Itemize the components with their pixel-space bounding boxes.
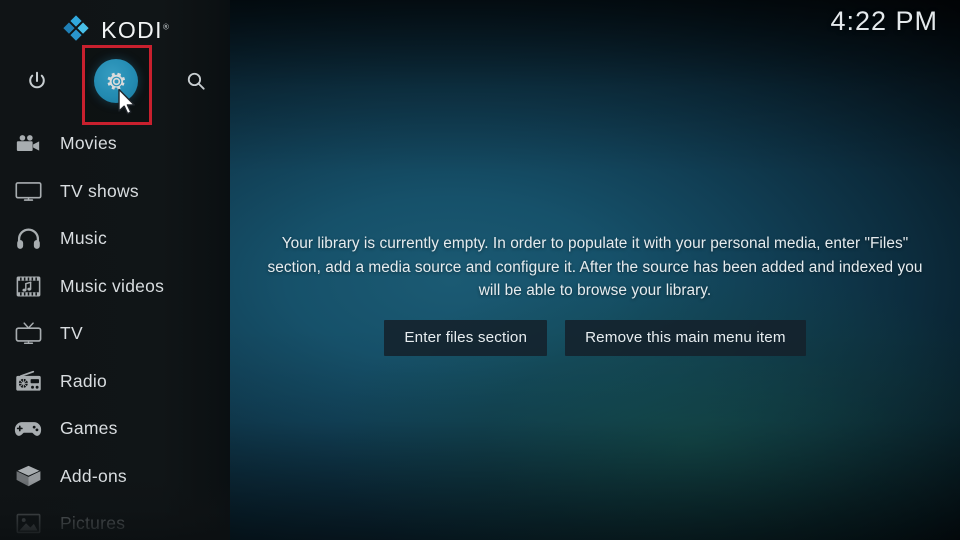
search-icon (187, 72, 205, 90)
sidebar-item-music[interactable]: Music (0, 215, 230, 263)
annotation-highlight-box (82, 45, 152, 125)
tv-antenna-icon (8, 318, 48, 350)
enter-files-section-button[interactable]: Enter files section (384, 319, 548, 356)
search-button[interactable] (173, 58, 219, 104)
sidebar-item-radio[interactable]: Radio (0, 358, 230, 406)
sidebar-item-label: Music (60, 228, 107, 249)
sidebar-item-games[interactable]: Games (0, 405, 230, 453)
remove-main-menu-item-button[interactable]: Remove this main menu item (565, 319, 806, 356)
gamepad-icon (8, 413, 48, 445)
main-menu: Movies TV shows Music Music videos TV Ra… (0, 120, 230, 540)
headphones-icon (8, 223, 48, 255)
sidebar-item-label: Movies (60, 133, 117, 154)
picture-icon (8, 508, 48, 540)
sidebar-item-pictures[interactable]: Pictures (0, 500, 230, 540)
radio-icon (8, 365, 48, 397)
empty-library-actions: Enter files section Remove this main men… (265, 319, 925, 356)
sidebar-item-label: Games (60, 418, 118, 439)
sidebar-item-tv-shows[interactable]: TV shows (0, 168, 230, 216)
main-content-area: 4:22 PM Your library is currently empty.… (230, 0, 960, 540)
addon-box-icon (8, 460, 48, 492)
film-note-icon (8, 270, 48, 302)
kodi-logo-icon (63, 15, 89, 41)
sidebar-item-music-videos[interactable]: Music videos (0, 263, 230, 311)
sidebar-item-label: Radio (60, 370, 107, 391)
empty-library-message: Your library is currently empty. In orde… (267, 235, 923, 299)
sidebar-item-label: TV shows (60, 180, 139, 201)
clock: 4:22 PM (830, 6, 938, 36)
kodi-home-screen: 4:22 PM Your library is currently empty.… (0, 0, 960, 540)
sidebar-item-label: Pictures (60, 513, 126, 534)
sidebar-item-label: Music videos (60, 275, 165, 296)
television-icon (8, 175, 48, 207)
kodi-wordmark: KODI (101, 16, 163, 43)
sidebar-item-movies[interactable]: Movies (0, 120, 230, 168)
sidebar-item-label: TV (60, 323, 83, 344)
sidebar-item-add-ons[interactable]: Add-ons (0, 453, 230, 501)
sidebar-item-label: Add-ons (60, 465, 127, 486)
kodi-logo: KODI® (0, 12, 230, 46)
power-icon (29, 71, 45, 89)
movie-camera-icon (8, 128, 48, 160)
kodi-trademark: ® (162, 21, 169, 31)
empty-library-panel: Your library is currently empty. In orde… (265, 232, 925, 356)
power-button[interactable] (14, 58, 60, 104)
sidebar-item-tv[interactable]: TV (0, 310, 230, 358)
kodi-logo-text: KODI® (101, 16, 169, 43)
